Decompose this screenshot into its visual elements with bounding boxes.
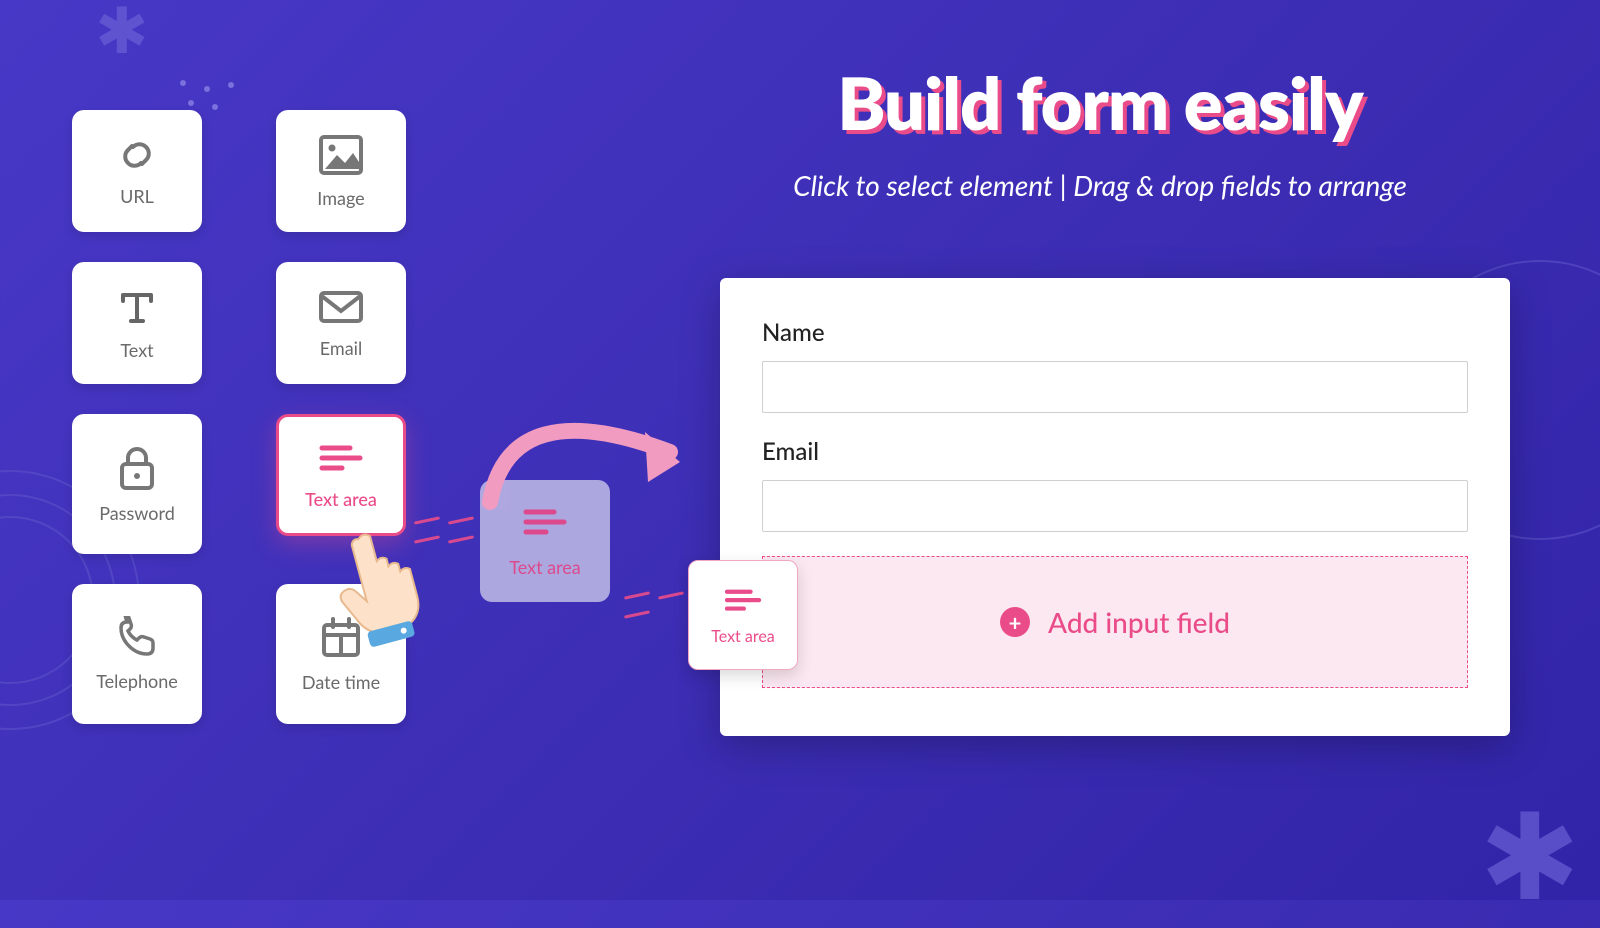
form-field-email: Email — [762, 437, 1468, 532]
drag-drop-tile: Text area — [688, 560, 798, 670]
palette-label: URL — [120, 185, 154, 207]
drag-ghost-label: Text area — [509, 556, 580, 578]
dropzone-label: Add input field — [1048, 605, 1230, 639]
drag-arrow-icon — [470, 372, 710, 526]
email-icon — [316, 287, 366, 327]
palette-label: Image — [317, 187, 364, 209]
palette-tile-telephone[interactable]: Telephone — [72, 584, 202, 724]
decorative-asterisk-icon: ✱ — [1479, 781, 1580, 928]
email-input[interactable] — [762, 480, 1468, 532]
name-input[interactable] — [762, 361, 1468, 413]
form-preview-card: Name Email + Add input field — [720, 278, 1510, 736]
field-label: Email — [762, 437, 1468, 466]
headline: Build form easily Click to select elemen… — [690, 60, 1510, 202]
field-label: Name — [762, 318, 1468, 347]
palette-label: Text — [120, 339, 153, 361]
telephone-icon — [115, 616, 159, 660]
motion-trail — [620, 585, 688, 623]
plus-icon: + — [1000, 607, 1030, 637]
palette-tile-textarea[interactable]: Text area — [276, 414, 406, 536]
palette-label: Password — [99, 502, 175, 524]
lock-icon — [116, 444, 158, 492]
link-icon — [113, 135, 161, 175]
headline-title: Build form easily — [690, 60, 1510, 146]
palette-tile-image[interactable]: Image — [276, 110, 406, 232]
decorative-asterisk-icon: ✱ — [95, 0, 149, 69]
drag-drop-label: Text area — [711, 627, 775, 646]
textarea-icon — [721, 585, 765, 621]
text-icon — [113, 285, 161, 329]
palette-tile-email[interactable]: Email — [276, 262, 406, 384]
palette-label: Text area — [305, 488, 377, 510]
palette-tile-url[interactable]: URL — [72, 110, 202, 232]
palette-label: Telephone — [96, 670, 178, 692]
palette-label: Email — [320, 337, 362, 359]
textarea-icon — [316, 440, 366, 478]
palette-tile-password[interactable]: Password — [72, 414, 202, 554]
palette-label: Date time — [302, 671, 380, 693]
form-field-name: Name — [762, 318, 1468, 413]
palette-tile-text[interactable]: Text — [72, 262, 202, 384]
headline-subtitle: Click to select element | Drag & drop fi… — [690, 168, 1510, 202]
image-icon — [317, 133, 365, 177]
add-field-dropzone[interactable]: + Add input field — [762, 556, 1468, 688]
